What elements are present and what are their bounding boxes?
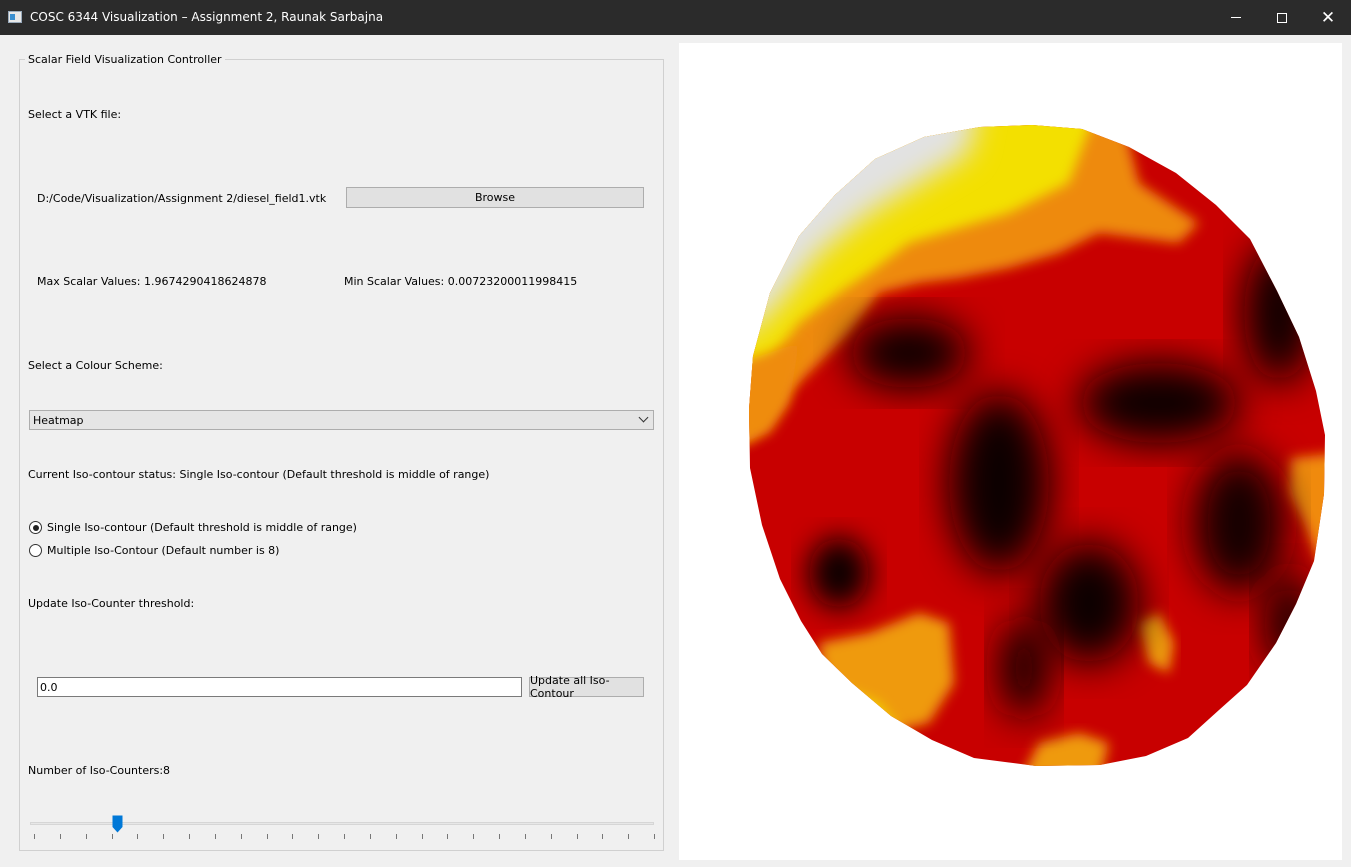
slider-tick (86, 834, 87, 839)
heatmap-render (749, 125, 1325, 766)
radio-single-iso[interactable] (29, 521, 42, 534)
controller-group-title: Scalar Field Visualization Controller (25, 53, 225, 66)
slider-tick (189, 834, 190, 839)
colour-scheme-prompt: Select a Colour Scheme: (28, 359, 163, 372)
update-iso-contour-button[interactable]: Update all Iso-Contour (529, 674, 644, 700)
close-button[interactable]: ✕ (1305, 0, 1351, 35)
slider-tick (525, 834, 526, 839)
slider-tick (577, 834, 578, 839)
minimize-button[interactable] (1213, 0, 1259, 35)
slider-tick (137, 834, 138, 839)
slider-tick (370, 834, 371, 839)
slider-tick (422, 834, 423, 839)
slider-tick (215, 834, 216, 839)
slider-tick (447, 834, 448, 839)
chevron-down-icon (638, 412, 649, 423)
slider-tick (628, 834, 629, 839)
iso-count-label: Number of Iso-Counters:8 (28, 764, 171, 777)
slider-handle-shape (112, 815, 123, 833)
max-scalar-label: Max Scalar Values: 1.9674290418624878 (37, 275, 267, 288)
slider-tick (112, 834, 113, 839)
slider-tick (292, 834, 293, 839)
min-scalar-label: Min Scalar Values: 0.00723200011998415 (344, 275, 578, 288)
slider-tick (163, 834, 164, 839)
iso-count-slider-track[interactable] (30, 822, 654, 825)
file-path-label: D:/Code/Visualization/Assignment 2/diese… (37, 192, 327, 205)
slider-tick (473, 834, 474, 839)
minimize-icon (1231, 17, 1241, 18)
radio-multiple-iso[interactable] (29, 544, 42, 557)
render-viewport[interactable] (679, 43, 1342, 860)
slider-tick (60, 834, 61, 839)
threshold-prompt: Update Iso-Counter threshold: (28, 597, 195, 610)
title-bar[interactable]: COSC 6344 Visualization – Assignment 2, … (0, 0, 1351, 35)
slider-tick (34, 834, 35, 839)
slider-tick (241, 834, 242, 839)
iso-count-slider-handle[interactable] (112, 815, 123, 833)
slider-tick (396, 834, 397, 839)
colour-scheme-value: Heatmap (33, 414, 84, 427)
window-title: COSC 6344 Visualization – Assignment 2, … (30, 10, 384, 24)
maximize-button[interactable] (1259, 0, 1305, 35)
controller-groupbox (19, 59, 664, 851)
slider-tick (551, 834, 552, 839)
slider-tick (318, 834, 319, 839)
browse-button[interactable]: Browse (346, 187, 644, 208)
colour-scheme-select[interactable]: Heatmap (29, 410, 654, 430)
slider-ticks (34, 834, 655, 840)
slider-tick (344, 834, 345, 839)
maximize-icon (1277, 12, 1287, 23)
threshold-input[interactable] (37, 677, 522, 697)
iso-status-label: Current Iso-contour status: Single Iso-c… (28, 468, 490, 481)
slider-tick (654, 834, 655, 839)
file-prompt-label: Select a VTK file: (28, 108, 122, 121)
close-icon: ✕ (1320, 7, 1336, 28)
radio-single-label[interactable]: Single Iso-contour (Default threshold is… (47, 521, 357, 534)
app-icon (8, 11, 22, 23)
radio-multiple-label[interactable]: Multiple Iso-Contour (Default number is … (47, 544, 279, 557)
slider-tick (499, 834, 500, 839)
slider-tick (267, 834, 268, 839)
slider-tick (602, 834, 603, 839)
